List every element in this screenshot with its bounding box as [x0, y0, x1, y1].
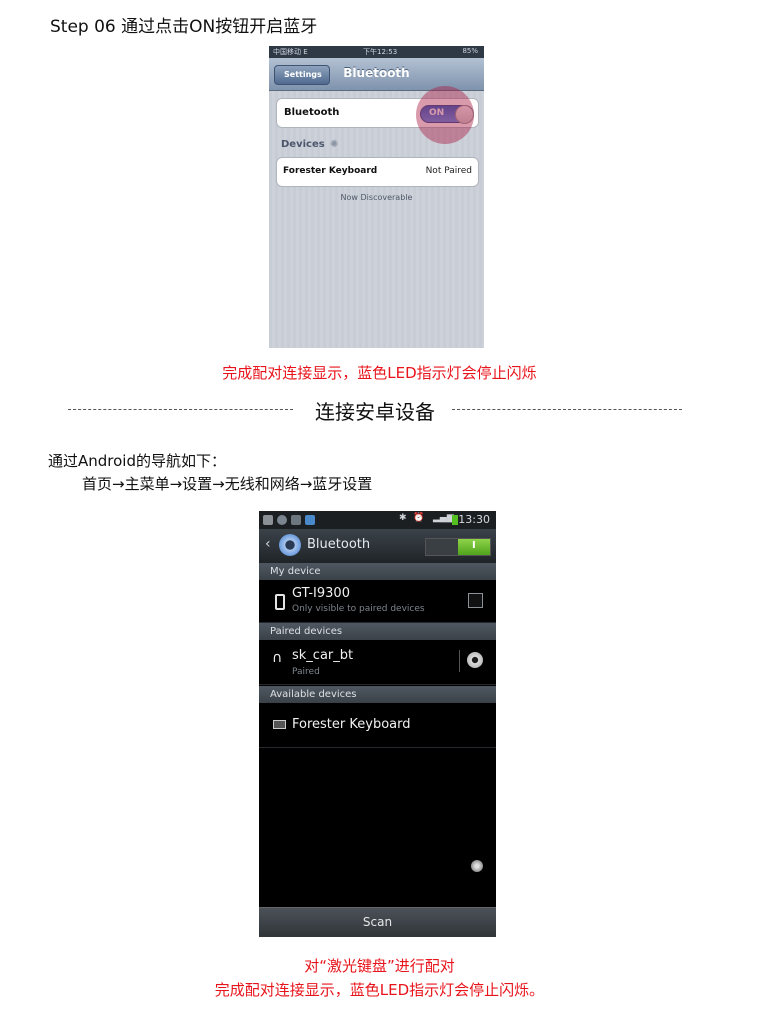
android-action-bar: ‹ Bluetooth I: [259, 529, 496, 563]
section-available: Available devices: [259, 686, 496, 703]
gallery-icon: [263, 515, 273, 525]
section-divider: 连接安卓设备: [68, 396, 682, 424]
nav-path-text: 首页→主菜单→设置→无线和网络→蓝牙设置: [82, 475, 373, 493]
my-device-row[interactable]: GT-I9300 Only visible to paired devices: [259, 580, 496, 623]
bluetooth-status-icon: ✱: [399, 513, 407, 523]
tap-highlight-circle: [416, 86, 474, 144]
nav-intro-text: 通过Android的导航如下：: [48, 452, 226, 470]
headphones-icon: ∩: [272, 650, 283, 666]
discoverable-text: Now Discoverable: [340, 193, 413, 202]
devices-header: Devices: [281, 139, 325, 150]
chevron-left-icon[interactable]: ‹: [265, 536, 271, 552]
scroll-indicator: [471, 860, 483, 872]
caption-pairing-done: 完成配对连接显示，蓝色LED指示灯会停止闪烁: [222, 364, 537, 382]
android-time: 13:30: [458, 513, 490, 526]
android-status-bar: ✱ ⏰ ▂▄▆ 13:30: [259, 511, 496, 529]
section-title: 连接安卓设备: [315, 400, 435, 424]
caption-pair-keyboard: 对“激光键盘”进行配对: [304, 957, 455, 975]
scan-bar[interactable]: Scan: [259, 907, 496, 937]
android-icon: [291, 515, 301, 525]
device-settings-icon[interactable]: [467, 652, 483, 668]
device-cell-forester[interactable]: Forester Keyboard Not Paired: [276, 157, 479, 187]
android-bluetooth-screenshot: ✱ ⏰ ▂▄▆ 13:30 ‹ Bluetooth I My device GT…: [259, 511, 496, 937]
section-paired: Paired devices: [259, 623, 496, 640]
ios-bluetooth-screenshot: 中国移动 E 下午12:53 85% Settings Bluetooth Bl…: [269, 46, 484, 348]
scan-button[interactable]: Scan: [259, 915, 496, 929]
gear-icon: [279, 534, 301, 556]
alarm-icon: ⏰: [413, 513, 425, 523]
notification-icon: [277, 515, 287, 525]
phone-icon: [275, 594, 285, 610]
paired-device-row[interactable]: ∩ sk_car_bt Paired: [259, 640, 496, 685]
device-status: Not Paired: [425, 166, 472, 176]
spinner-icon: ✺: [330, 139, 339, 150]
paired-device-sub: Paired: [292, 667, 320, 677]
ios-page-title: Bluetooth: [343, 66, 410, 80]
divider-line-right: [452, 409, 682, 410]
ios-status-bar: 中国移动 E 下午12:53 85%: [269, 46, 484, 58]
keyboard-icon: [273, 720, 286, 729]
bluetooth-label: Bluetooth: [284, 107, 340, 118]
signal-icon: ▂▄▆: [433, 513, 454, 523]
visibility-checkbox[interactable]: [468, 593, 483, 608]
step-title: Step 06 通过点击ON按钮开启蓝牙: [50, 17, 318, 37]
battery-icon: [452, 515, 458, 525]
ios-time: 下午12:53: [363, 48, 398, 56]
toggle-on-label: I: [472, 540, 476, 551]
android-page-title: Bluetooth: [307, 537, 371, 552]
row-separator: [459, 650, 460, 672]
ios-carrier: 中国移动 E: [273, 48, 308, 56]
toggle-knob: I: [458, 539, 490, 555]
section-my-device: My device: [259, 563, 496, 580]
my-device-sub: Only visible to paired devices: [292, 604, 425, 614]
my-device-name: GT-I9300: [292, 586, 350, 601]
paired-device-name: sk_car_bt: [292, 648, 354, 663]
ios-battery: 85%: [462, 47, 478, 55]
available-device-name: Forester Keyboard: [292, 717, 411, 732]
device-name: Forester Keyboard: [283, 166, 378, 176]
skype-icon: [305, 515, 315, 525]
caption-pairing-done-2: 完成配对连接显示，蓝色LED指示灯会停止闪烁。: [214, 981, 545, 999]
bluetooth-toggle[interactable]: I: [425, 538, 491, 556]
available-device-row[interactable]: Forester Keyboard: [259, 703, 496, 748]
